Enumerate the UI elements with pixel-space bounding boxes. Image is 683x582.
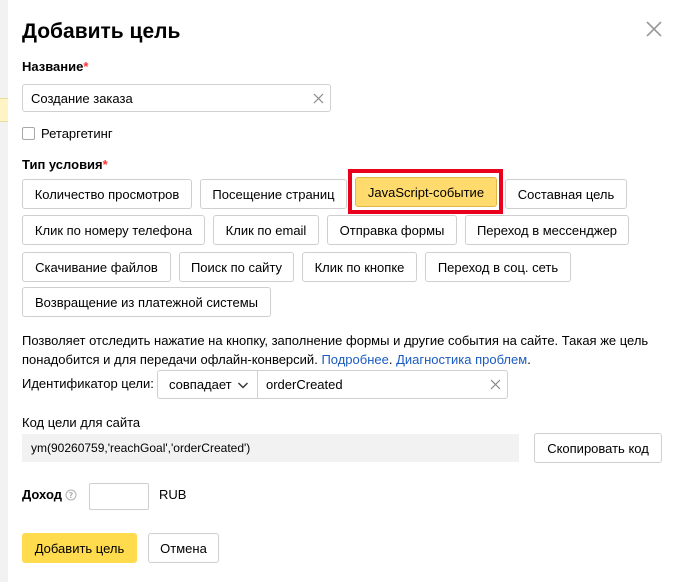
condition-views[interactable]: Количество просмотров xyxy=(22,179,192,209)
goal-code-box: ym(90260759,'reachGoal','orderCreated') xyxy=(22,434,519,462)
diagnostics-link[interactable]: Диагностика проблем xyxy=(396,352,527,367)
goal-code-label: Код цели для сайта xyxy=(22,415,141,430)
identifier-label: Идентификатор цели: xyxy=(22,376,154,391)
name-label-text: Название xyxy=(22,59,84,74)
copy-code-button[interactable]: Скопировать код xyxy=(534,433,662,463)
more-link[interactable]: Подробнее xyxy=(321,352,388,367)
condition-payment-return[interactable]: Возвращение из платежной системы xyxy=(22,287,271,317)
condition-site-search[interactable]: Поиск по сайту xyxy=(179,252,294,282)
match-type-value: совпадает xyxy=(169,377,232,392)
condition-page-visit[interactable]: Посещение страниц xyxy=(200,179,347,209)
background-highlight xyxy=(0,98,8,122)
required-mark: * xyxy=(102,157,108,172)
required-mark: * xyxy=(83,59,89,74)
condition-composite[interactable]: Составная цель xyxy=(505,179,627,209)
selection-highlight-frame xyxy=(348,169,503,214)
goal-code-text: ym(90260759,'reachGoal','orderCreated') xyxy=(31,441,251,455)
close-icon[interactable] xyxy=(644,19,664,39)
dialog-title: Добавить цель xyxy=(22,20,181,43)
retargeting-checkbox[interactable] xyxy=(22,127,35,140)
name-input[interactable]: Создание заказа xyxy=(22,84,331,112)
background-page-edge xyxy=(0,0,8,582)
name-label: Название* xyxy=(22,59,88,75)
condition-button-click[interactable]: Клик по кнопке xyxy=(302,252,417,282)
clear-identifier-icon[interactable] xyxy=(490,379,501,390)
match-type-select[interactable]: совпадает xyxy=(157,370,258,399)
identifier-input[interactable]: orderCreated xyxy=(257,370,508,399)
income-input[interactable] xyxy=(89,483,149,510)
retargeting-row[interactable]: Ретаргетинг xyxy=(22,126,113,141)
cancel-button[interactable]: Отмена xyxy=(148,533,219,563)
income-label-text: Доход xyxy=(22,487,62,502)
clear-name-icon[interactable] xyxy=(313,93,324,104)
name-input-value: Создание заказа xyxy=(31,90,133,106)
condition-messenger[interactable]: Переход в мессенджер xyxy=(465,215,629,245)
help-icon[interactable]: ? xyxy=(65,489,77,501)
income-label: Доход ? xyxy=(22,487,77,503)
condition-description: Позволяет отследить нажатие на кнопку, з… xyxy=(22,333,649,367)
currency-label: RUB xyxy=(159,487,187,502)
svg-text:?: ? xyxy=(69,491,74,500)
condition-social[interactable]: Переход в соц. сеть xyxy=(425,252,571,282)
condition-email-click[interactable]: Клик по email xyxy=(213,215,319,245)
condition-label: Тип условия* xyxy=(22,157,108,173)
add-goal-button[interactable]: Добавить цель xyxy=(22,533,137,563)
condition-form-submit[interactable]: Отправка формы xyxy=(327,215,457,245)
retargeting-label: Ретаргетинг xyxy=(41,126,113,141)
chevron-down-icon xyxy=(238,382,248,389)
condition-label-text: Тип условия xyxy=(22,157,103,172)
identifier-value: orderCreated xyxy=(266,377,343,392)
condition-phone-click[interactable]: Клик по номеру телефона xyxy=(22,215,205,245)
condition-file-download[interactable]: Скачивание файлов xyxy=(22,252,171,282)
